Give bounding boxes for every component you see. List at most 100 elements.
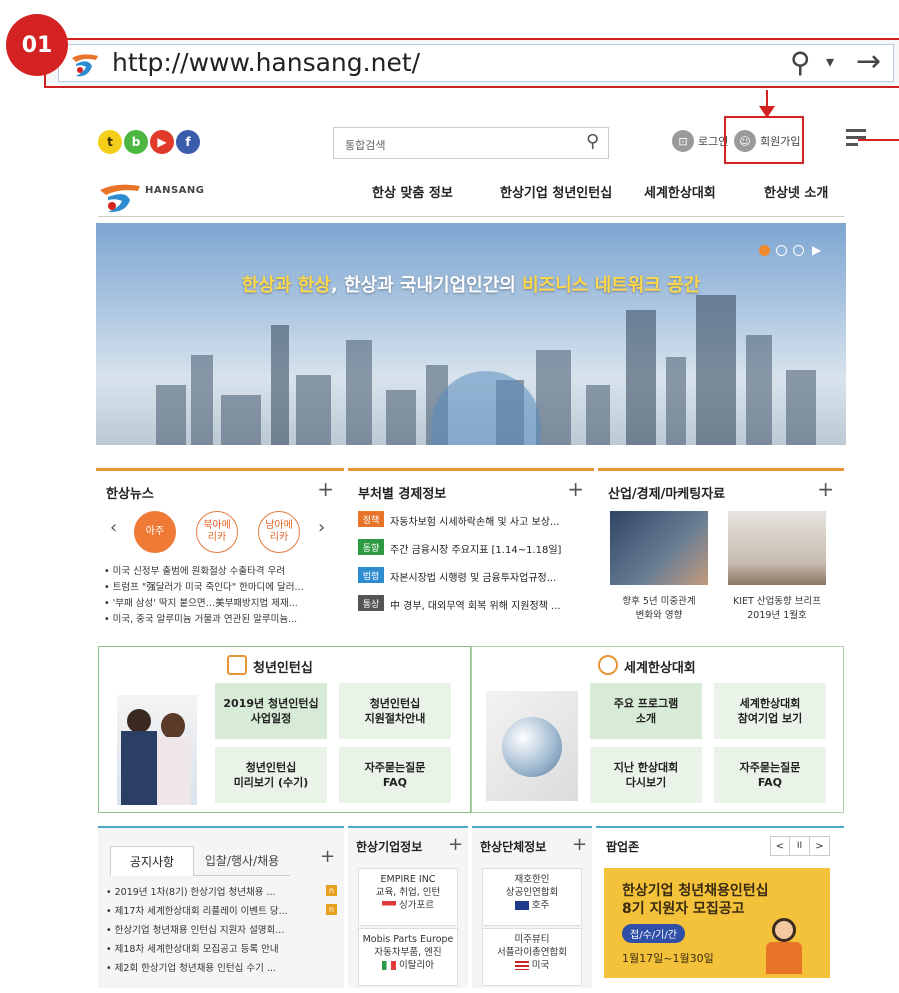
group-country: 미국 [531,960,550,971]
market-caption[interactable]: 향후 5년 미중관계 변화와 영향 [604,595,714,623]
facebook-icon[interactable]: f [176,130,200,154]
econ-item[interactable]: 자본시장법 시행령 및 금융투자업규정... [390,569,556,584]
notice-item[interactable]: • 한상기업 청년채용 인턴십 지원자 설명회... [106,922,284,936]
youtube-icon[interactable]: ▶ [150,130,174,154]
company-panel-title: 한상기업정보 [356,840,423,854]
kakaotalk-icon[interactable]: t [98,130,122,154]
econ-item[interactable]: 中 경부, 대외무역 회복 위해 지원정책 ... [390,597,561,612]
flag-singapore-icon [382,901,397,910]
econ-panel: 부처별 경제정보 + 정책 자동차보험 시세하락손해 및 사고 보상... 동향 주간… [348,468,594,630]
blog-icon[interactable]: b [124,130,148,154]
group-card-australia[interactable]: 재호한인 상공인연합회 호주 [482,868,582,926]
notice-item[interactable]: • 제17차 세계한상대회 리플레이 이벤트 당... [106,903,288,917]
flag-australia-icon [514,901,529,910]
chevron-down-icon[interactable]: ▾ [826,52,834,71]
intern-faq-button[interactable]: 자주묻는질문 FAQ [339,747,451,803]
building-icon [227,655,247,675]
market-panel-title: 산업/경제/마케팅자료 [608,487,726,502]
market-caption[interactable]: KIET 산업동향 브리프 2019년 1월호 [722,595,832,623]
region-tab-north-america[interactable]: 북아메 리카 [196,511,238,553]
category-tag: 법령 [358,567,384,583]
thumbnail-laptop-photo[interactable] [728,511,826,585]
slide-dot-1[interactable] [759,245,770,256]
nav-about[interactable]: 한상넷 소개 [764,182,828,201]
nav-divider [98,216,844,217]
slide-dot-2[interactable] [776,245,787,256]
intern-apply-guide-button[interactable]: 청년인턴십 지원절차안내 [339,683,451,739]
convention-faq-button[interactable]: 자주묻는질문 FAQ [714,747,826,803]
group-card-usa[interactable]: 미주뷰티 서플라이총연합회 미국 [482,928,582,986]
thumbnail-summit-photo[interactable] [610,511,708,585]
news-item[interactable]: • 미국, 중국 알루미늄 거물과 연관된 알루미늄... [104,611,297,625]
step-badge: 01 [6,14,68,76]
login-button[interactable]: ⊡ 로그인 [672,128,728,154]
notice-item[interactable]: • 제2회 한상기업 청년채용 인턴십 수기 ... [106,960,276,974]
news-panel-title: 한상뉴스 [106,487,154,502]
nav-youth-internship[interactable]: 한상기업 청년인턴십 [500,182,612,201]
nav-world-convention[interactable]: 세계한상대회 [644,182,716,201]
tab-bid-event[interactable]: 입찰/행사/채용 [194,846,290,876]
company-country: 이탈리아 [399,960,434,971]
url-text[interactable]: http://www.hansang.net/ [112,48,420,77]
flag-usa-icon [514,961,529,970]
econ-more-button[interactable]: + [567,477,584,501]
news-item[interactable]: • 미국 신정부 출범에 원화절상 수출타격 우려 [104,563,285,577]
interns-photo [117,695,197,805]
news-item[interactable]: • 트럼프 "强달러가 미국 죽인다" 한마디에 달러... [104,579,304,593]
group-more-button[interactable]: + [572,834,587,855]
region-tab-asia[interactable]: 아주 [134,511,176,553]
group-desc: 서플라이총연합회 [497,947,567,958]
search-icon[interactable]: ⚲ [790,46,811,79]
convention-program-button[interactable]: 주요 프로그램 소개 [590,683,702,739]
slide-dot-3[interactable] [793,245,804,256]
notice-item[interactable]: • 제18차 세계한상대회 모집공고 등록 안내 [106,941,279,955]
market-more-button[interactable]: + [817,477,834,501]
main-banner[interactable]: 한상과 한상, 한상과 국내기업인간의 비즈니스 네트워크 공간 ▶ [96,223,846,445]
category-tag: 동향 [358,539,384,555]
tab-notice[interactable]: 공지사항 [110,846,194,876]
news-item[interactable]: • '부패 삼성' 딱지 붙으면…美부패방지법 제재... [104,595,298,609]
play-icon[interactable]: ▶ [812,243,821,257]
popup-pause-button[interactable]: II [790,836,810,856]
news-more-button[interactable]: + [317,477,334,501]
convention-companies-button[interactable]: 세계한상대회 참여기업 보기 [714,683,826,739]
hansang-logo[interactable] [98,180,142,214]
econ-item[interactable]: 주간 금융시장 주요지표 [1.14~1.18일] [390,541,561,556]
arrow-right-icon[interactable]: → [856,44,881,79]
intern-preview-button[interactable]: 청년인턴십 미리보기 (수기) [215,747,327,803]
site-favicon-icon [72,54,98,77]
nav-custom-info[interactable]: 한상 맞춤 정보 [372,182,453,201]
intern-box: 청년인턴십 2019년 청년인턴십 사업일정 청년인턴십 지원절차안내 청년인턴… [98,646,471,813]
econ-item[interactable]: 자동차보험 시세하락손해 및 사고 보상... [390,513,559,528]
company-desc: 교육, 취업, 인턴 [375,887,441,898]
region-tab-south-america[interactable]: 남아메 리카 [258,511,300,553]
chevron-right-icon[interactable]: › [318,517,325,538]
market-panel: 산업/경제/마케팅자료 + 향후 5년 미중관계 변화와 영향 KIET 산업동… [598,468,844,630]
notice-more-button[interactable]: + [320,846,335,867]
popup-prev-button[interactable]: < [770,836,790,856]
convention-replay-button[interactable]: 지난 한상대회 다시보기 [590,747,702,803]
notice-panel: 공지사항 입찰/행사/채용 + • 2019년 1차(8기) 한상기업 청년채용… [98,826,344,988]
search-placeholder: 통합검색 [345,139,386,152]
chevron-left-icon[interactable]: ‹ [110,517,117,538]
intern-schedule-button[interactable]: 2019년 청년인턴십 사업일정 [215,683,327,739]
company-card-mobis[interactable]: Mobis Parts Europe 자동차부품, 엔진 이탈리아 [358,928,458,986]
group-desc: 상공인연합회 [505,887,559,898]
category-tag: 정책 [358,511,384,527]
company-panel: 한상기업정보 + EMPIRE INC 교육, 취업, 인턴 싱가포르 Mobi… [348,826,468,988]
popup-pill: 접/수/기/간 [622,924,685,943]
company-card-empire[interactable]: EMPIRE INC 교육, 취업, 인턴 싱가포르 [358,868,458,926]
banner-headline: 한상과 한상, 한상과 국내기업인간의 비즈니스 네트워크 공간 [96,271,846,297]
intern-box-title: 청년인턴십 [253,661,313,676]
popup-period: 1월17일~1월30일 [622,952,714,965]
search-button-icon[interactable]: ⚲ [586,131,599,152]
popup-zone-title: 팝업존 [606,840,640,854]
company-more-button[interactable]: + [448,834,463,855]
annotation-arrow-line [766,90,768,107]
company-name: Mobis Parts Europe [362,934,454,945]
new-badge: n [326,885,337,896]
popup-next-button[interactable]: > [810,836,830,856]
popup-banner[interactable]: 한상기업 청년채용인턴십 8기 지원자 모집공고 접/수/기/간 1월17일~1… [604,868,830,978]
globe-image [486,691,578,801]
notice-item[interactable]: • 2019년 1차(8기) 한상기업 청년채용 ... [106,884,276,898]
